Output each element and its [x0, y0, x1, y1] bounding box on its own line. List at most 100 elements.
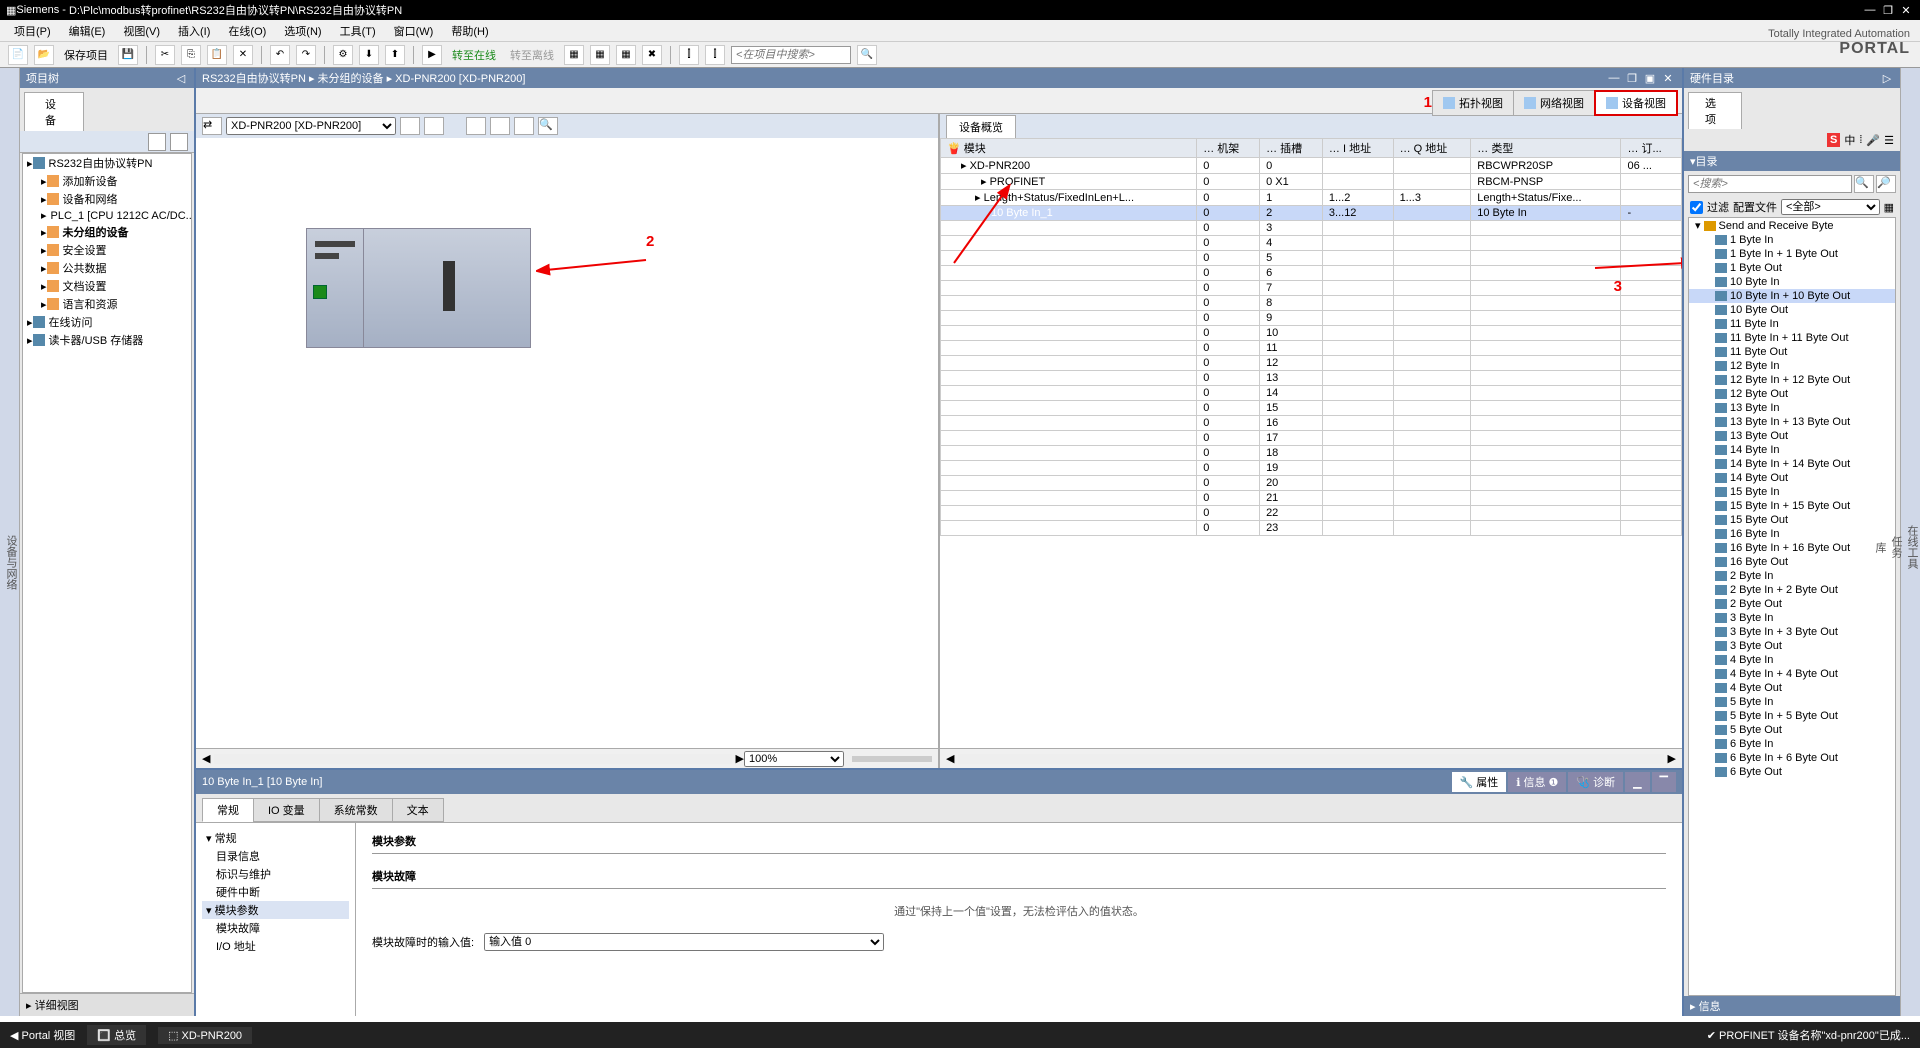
- tab-network-view[interactable]: 网络视图: [1513, 90, 1595, 116]
- table-row[interactable]: 09: [941, 311, 1682, 326]
- hscroll-right[interactable]: ▶: [736, 752, 744, 765]
- dev-tool-5[interactable]: [514, 117, 534, 135]
- catalog-item[interactable]: 13 Byte In + 13 Byte Out: [1689, 415, 1895, 429]
- zoom-selector[interactable]: 100%: [744, 751, 844, 767]
- catalog-item[interactable]: 14 Byte In: [1689, 443, 1895, 457]
- catalog-item[interactable]: 4 Byte In: [1689, 653, 1895, 667]
- hscroll-left[interactable]: ◀: [202, 752, 210, 765]
- tab-system-constants[interactable]: 系统常数: [319, 798, 393, 822]
- tree-node[interactable]: ▸ 读卡器/USB 存储器: [23, 331, 191, 349]
- props-nav-item[interactable]: ▾ 常规: [202, 829, 349, 847]
- right-tab[interactable]: 在线工具: [1904, 98, 1920, 996]
- catalog-item[interactable]: 1 Byte Out: [1689, 261, 1895, 275]
- table-header[interactable]: … Q 地址: [1393, 139, 1471, 158]
- catalog-item[interactable]: 4 Byte In + 4 Byte Out: [1689, 667, 1895, 681]
- table-row[interactable]: 016: [941, 416, 1682, 431]
- right-tab[interactable]: 库: [1872, 98, 1888, 996]
- table-row[interactable]: 011: [941, 341, 1682, 356]
- menu-item[interactable]: 选项(N): [276, 21, 329, 41]
- props-nav-item[interactable]: 目录信息: [202, 847, 349, 865]
- table-row[interactable]: 018: [941, 446, 1682, 461]
- catalog-item[interactable]: 6 Byte In: [1689, 737, 1895, 751]
- tab-diagnostics[interactable]: 🩺诊断: [1568, 772, 1623, 792]
- tree-node[interactable]: ▸ RS232自由协议转PN: [23, 154, 191, 172]
- tab-io-variables[interactable]: IO 变量: [253, 798, 320, 822]
- catalog-item[interactable]: 11 Byte In + 11 Byte Out: [1689, 331, 1895, 345]
- devices-tab[interactable]: 设备: [24, 92, 84, 131]
- redo-icon[interactable]: ↷: [296, 45, 316, 65]
- catalog-item[interactable]: 2 Byte In: [1689, 569, 1895, 583]
- menu-item[interactable]: 在线(O): [220, 21, 274, 41]
- table-header[interactable]: … I 地址: [1322, 139, 1393, 158]
- catalog-info-header[interactable]: ▸ 信息: [1684, 996, 1900, 1016]
- table-row[interactable]: 06: [941, 266, 1682, 281]
- table-row[interactable]: 03: [941, 221, 1682, 236]
- catalog-item[interactable]: 1 Byte In + 1 Byte Out: [1689, 247, 1895, 261]
- options-tab[interactable]: 选项: [1688, 92, 1742, 129]
- hscrollbar[interactable]: [214, 754, 731, 764]
- catalog-item[interactable]: 16 Byte Out: [1689, 555, 1895, 569]
- tree-node[interactable]: ▸ 语言和资源: [23, 295, 191, 313]
- catalog-item[interactable]: 14 Byte Out: [1689, 471, 1895, 485]
- table-row[interactable]: 019: [941, 461, 1682, 476]
- table-row[interactable]: 020: [941, 476, 1682, 491]
- catalog-root[interactable]: ▾ Send and Receive Byte: [1689, 218, 1895, 233]
- catalog-item[interactable]: 10 Byte Out: [1689, 303, 1895, 317]
- properties-nav[interactable]: ▾ 常规目录信息标识与维护硬件中断▾ 模块参数模块故障I/O 地址: [196, 823, 356, 1016]
- catalog-item[interactable]: 3 Byte In: [1689, 611, 1895, 625]
- catalog-item[interactable]: 15 Byte In + 15 Byte Out: [1689, 499, 1895, 513]
- catalog-item[interactable]: 5 Byte In + 5 Byte Out: [1689, 709, 1895, 723]
- portal-view-button[interactable]: ◀ Portal 视图: [10, 1027, 75, 1043]
- split2-icon[interactable]: ⫿: [705, 45, 725, 65]
- props-nav-item[interactable]: ▾ 模块参数: [202, 901, 349, 919]
- project-search-input[interactable]: [731, 46, 851, 64]
- catalog-item[interactable]: 11 Byte In: [1689, 317, 1895, 331]
- minimize-button[interactable]: —: [1862, 4, 1878, 17]
- maximize-button[interactable]: ❐: [1880, 4, 1896, 17]
- cut-icon[interactable]: ✂: [155, 45, 175, 65]
- dev-tool-4[interactable]: [490, 117, 510, 135]
- catalog-search-icon[interactable]: 🔍: [1854, 175, 1874, 193]
- tree-node[interactable]: ▸ 添加新设备: [23, 172, 191, 190]
- props-nav-item[interactable]: 硬件中断: [202, 883, 349, 901]
- ime-punct[interactable]: ⁞: [1859, 134, 1862, 146]
- ov-hscroll-right[interactable]: ▶: [1668, 752, 1676, 765]
- device-overview-tab[interactable]: 设备概览: [946, 115, 1016, 138]
- table-row[interactable]: 013: [941, 371, 1682, 386]
- props-nav-item[interactable]: 标识与维护: [202, 865, 349, 883]
- editor-close-icon[interactable]: ✕: [1660, 72, 1676, 85]
- status-device-tab[interactable]: ⬚ XD-PNR200: [158, 1027, 252, 1044]
- table-row[interactable]: ▸ XD-PNR20000RBCWPR20SP06 ...: [941, 158, 1682, 174]
- table-header[interactable]: … 订...: [1621, 139, 1682, 158]
- table-row[interactable]: 010: [941, 326, 1682, 341]
- ime-icon[interactable]: S: [1827, 133, 1840, 147]
- table-row[interactable]: 021: [941, 491, 1682, 506]
- save-icon[interactable]: 💾: [118, 45, 138, 65]
- tree-node[interactable]: ▸ 文档设置: [23, 277, 191, 295]
- editor-maximize-icon[interactable]: ▣: [1642, 72, 1658, 85]
- status-overview-tab[interactable]: 🔳 总览: [87, 1025, 146, 1045]
- split-icon[interactable]: ⫿: [679, 45, 699, 65]
- catalog-item[interactable]: 4 Byte Out: [1689, 681, 1895, 695]
- table-row[interactable]: 012: [941, 356, 1682, 371]
- search-icon[interactable]: 🔍: [857, 45, 877, 65]
- dev-tool-3[interactable]: [466, 117, 486, 135]
- copy-icon[interactable]: ⎘: [181, 45, 201, 65]
- catalog-item[interactable]: 14 Byte In + 14 Byte Out: [1689, 457, 1895, 471]
- tree-node[interactable]: ▸ 未分组的设备: [23, 223, 191, 241]
- props-min-icon[interactable]: ▁: [1625, 772, 1649, 792]
- table-header[interactable]: 🍟 模块: [941, 139, 1197, 158]
- table-row[interactable]: 10 Byte In_1023...1210 Byte In-: [941, 206, 1682, 221]
- tree-tool-1[interactable]: [148, 133, 166, 151]
- simulation-icon[interactable]: ▶: [422, 45, 442, 65]
- filter-checkbox[interactable]: [1690, 201, 1703, 214]
- catalog-item[interactable]: 13 Byte In: [1689, 401, 1895, 415]
- project-tree[interactable]: ▸ RS232自由协议转PN▸ 添加新设备▸ 设备和网络▸ PLC_1 [CPU…: [22, 153, 192, 993]
- catalog-item[interactable]: 12 Byte Out: [1689, 387, 1895, 401]
- catalog-item[interactable]: 16 Byte In + 16 Byte Out: [1689, 541, 1895, 555]
- open-project-icon[interactable]: 📂: [34, 45, 54, 65]
- device-rack[interactable]: [306, 228, 531, 348]
- catalog-item[interactable]: 3 Byte In + 3 Byte Out: [1689, 625, 1895, 639]
- menu-item[interactable]: 视图(V): [115, 21, 168, 41]
- catalog-item[interactable]: 2 Byte Out: [1689, 597, 1895, 611]
